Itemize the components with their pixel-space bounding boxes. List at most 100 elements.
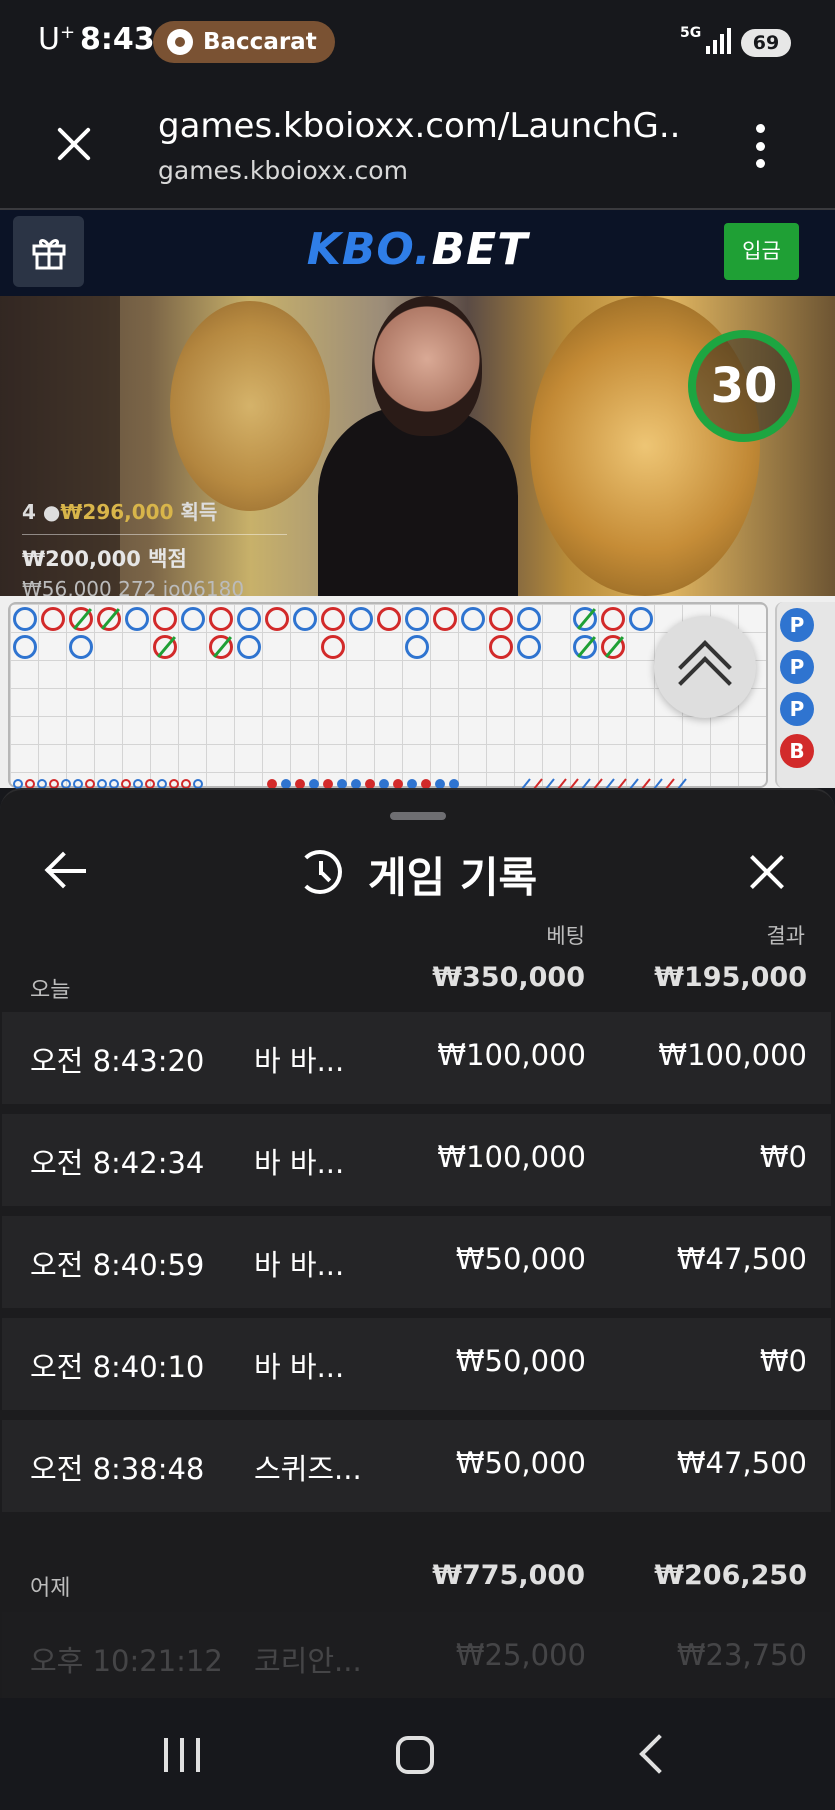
- site-logo[interactable]: KBO.BET: [0, 224, 835, 275]
- divider: [22, 534, 287, 535]
- column-header-bet: 베팅: [546, 924, 585, 948]
- bead-player: [517, 635, 541, 659]
- row-game: 스퀴즈...: [254, 1452, 362, 1486]
- bead-banker: [489, 607, 513, 631]
- row-bet: ₩100,000: [437, 1140, 586, 1174]
- bead-banker-tie: [601, 635, 625, 659]
- history-row-partial[interactable]: 오후 10:21:12 코리안... ₩25,000 ₩23,750: [2, 1612, 831, 1698]
- column-header-result: 결과: [766, 924, 805, 948]
- sheet-title: 게임 기록: [368, 853, 538, 902]
- group-label-yesterday: 어제: [30, 1576, 71, 1601]
- game-history-sheet: 게임 기록 베팅 결과 오늘 ₩350,000 ₩195,000 오전 8:43…: [0, 788, 835, 1698]
- battery-icon: 69: [741, 29, 791, 57]
- winner-stat: ₩200,000 백점: [22, 547, 187, 571]
- row-bet: ₩50,000: [455, 1446, 586, 1480]
- row-result: ₩47,500: [676, 1446, 807, 1480]
- today-bet-total: ₩350,000: [432, 962, 585, 993]
- site-header: KBO.BET 입금: [0, 210, 835, 296]
- drag-handle[interactable]: [390, 812, 446, 820]
- yesterday-result-total: ₩206,250: [654, 1560, 807, 1591]
- bead-player: [405, 607, 429, 631]
- row-result: ₩23,750: [676, 1638, 807, 1672]
- close-tab-icon[interactable]: [52, 122, 96, 166]
- row-time: 오전 8:42:34: [30, 1146, 205, 1180]
- user-icon: ●: [42, 500, 61, 524]
- countdown-timer: 30: [688, 330, 800, 442]
- row-bet: ₩50,000: [455, 1242, 586, 1276]
- row-time: 오전 8:40:59: [30, 1248, 205, 1282]
- bead-player: [69, 635, 93, 659]
- bead-player-tie: [573, 607, 597, 631]
- deposit-button[interactable]: 입금: [724, 223, 799, 280]
- row-time: 오전 8:43:20: [30, 1044, 205, 1078]
- today-result-total: ₩195,000: [654, 962, 807, 993]
- bead-player: [293, 607, 317, 631]
- group-label-today: 오늘: [30, 978, 71, 1003]
- bead-player: [13, 635, 37, 659]
- expand-button[interactable]: [654, 616, 756, 718]
- bead-player: [181, 607, 205, 631]
- bead-player: [517, 607, 541, 631]
- bead-player-tie: [573, 635, 597, 659]
- history-icon: [298, 850, 342, 894]
- row-game: 바 바...: [254, 1248, 345, 1282]
- row-bet: ₩25,000: [455, 1638, 586, 1672]
- row-time: 오전 8:40:10: [30, 1350, 205, 1384]
- winners-stat: 4 ●₩296,000 획득: [22, 500, 218, 524]
- row-result: ₩0: [759, 1344, 807, 1378]
- row-game: 바 바...: [254, 1350, 345, 1384]
- prediction-banker-marker: B: [780, 734, 814, 768]
- row-time: 오전 8:38:48: [30, 1452, 205, 1486]
- history-row[interactable]: 오전 8:40:10 바 바... ₩50,000 ₩0: [2, 1318, 831, 1410]
- back-arrow-icon[interactable]: [46, 848, 92, 894]
- system-nav-bar: [0, 1698, 835, 1810]
- history-row[interactable]: 오전 8:38:48 스퀴즈... ₩50,000 ₩47,500: [2, 1420, 831, 1512]
- bead-banker-tie: [153, 635, 177, 659]
- status-bar: U+ 8:43 Baccarat 5G 69: [0, 0, 835, 84]
- prediction-player-marker: P: [780, 650, 814, 684]
- url-title[interactable]: games.kboioxx.com/LaunchG...: [158, 106, 678, 146]
- row-bet: ₩50,000: [455, 1344, 586, 1378]
- row-result: ₩47,500: [676, 1242, 807, 1276]
- row-time: 오후 10:21:12: [30, 1644, 223, 1678]
- bead-banker: [601, 607, 625, 631]
- prediction-column: P P P B: [775, 602, 835, 788]
- network-5g-icon: 5G: [680, 25, 702, 41]
- bead-player: [125, 607, 149, 631]
- row-result: ₩100,000: [658, 1038, 807, 1072]
- bead-banker: [489, 635, 513, 659]
- active-app-label: Baccarat: [203, 29, 317, 55]
- winner-stat-partial: ₩56,000 272 jo06180: [22, 577, 245, 596]
- live-dealer-video: 30 4 ●₩296,000 획득 ₩200,000 백점 ₩56,000 27…: [0, 296, 835, 596]
- history-row[interactable]: 오전 8:40:59 바 바... ₩50,000 ₩47,500: [2, 1216, 831, 1308]
- bead-player: [13, 607, 37, 631]
- bead-banker-tie: [69, 607, 93, 631]
- history-row[interactable]: 오전 8:43:20 바 바... ₩100,000 ₩100,000: [2, 1012, 831, 1104]
- history-row[interactable]: 오전 8:42:34 바 바... ₩100,000 ₩0: [2, 1114, 831, 1206]
- bead-banker: [321, 607, 345, 631]
- url-domain: games.kboioxx.com: [158, 156, 408, 185]
- row-game: 코리안...: [254, 1644, 362, 1678]
- row-game: 바 바...: [254, 1146, 345, 1180]
- bead-player: [461, 607, 485, 631]
- close-icon[interactable]: [744, 848, 790, 894]
- yesterday-bet-total: ₩775,000: [432, 1560, 585, 1591]
- home-icon[interactable]: [396, 1736, 434, 1774]
- status-time: 8:43: [80, 22, 155, 57]
- bead-banker: [209, 607, 233, 631]
- bead-banker: [41, 607, 65, 631]
- bead-banker: [321, 635, 345, 659]
- bead-player: [237, 635, 261, 659]
- row-bet: ₩100,000: [437, 1038, 586, 1072]
- carrier-label: U+: [38, 22, 76, 57]
- bead-banker: [153, 607, 177, 631]
- active-app-chip[interactable]: Baccarat: [153, 21, 335, 63]
- recent-apps-icon[interactable]: [164, 1738, 200, 1772]
- chrome-icon: [167, 29, 193, 55]
- more-options-icon[interactable]: [754, 124, 766, 168]
- bead-road-grid: [8, 602, 768, 790]
- row-game: 바 바...: [254, 1044, 345, 1078]
- row-result: ₩0: [759, 1140, 807, 1174]
- bead-banker: [433, 607, 457, 631]
- back-icon[interactable]: [639, 1734, 679, 1774]
